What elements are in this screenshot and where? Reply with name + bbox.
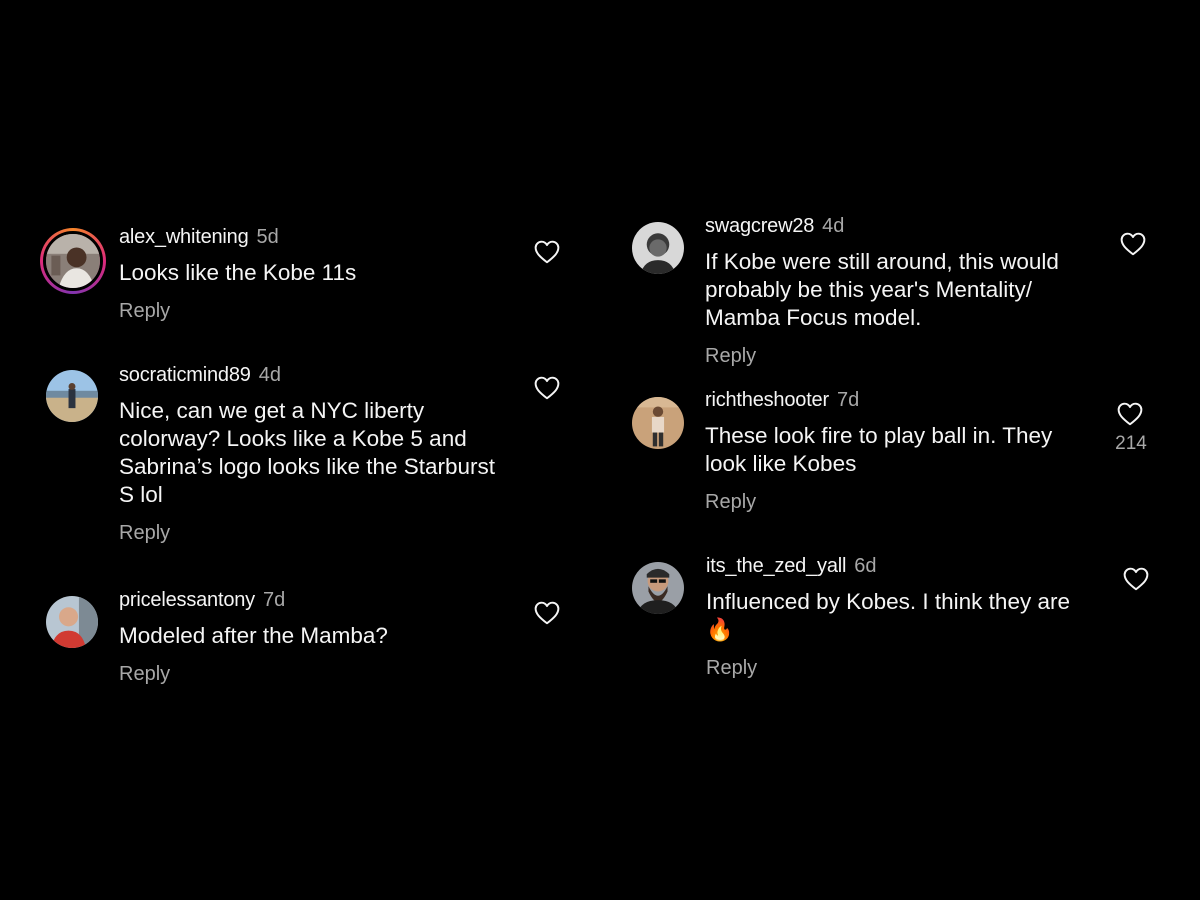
timestamp: 5d (256, 226, 279, 248)
user-avatar-icon (46, 596, 98, 648)
heart-icon (534, 376, 560, 400)
comment-text-line: Looks like the Kobe 11s (119, 260, 357, 285)
user-avatar-icon (632, 397, 684, 449)
comment-text-line: Nice, can we get a NYC liberty (119, 398, 425, 423)
reply-button[interactable]: Reply (705, 490, 1145, 514)
like-button[interactable] (534, 376, 560, 400)
heart-icon (534, 601, 560, 625)
comment-text-line: look like Kobes (705, 451, 857, 476)
reply-button[interactable]: Reply (705, 344, 1145, 368)
comment-text-line: Modeled after the Mamba? (119, 623, 388, 648)
like-button[interactable] (1120, 232, 1146, 256)
user-avatar-icon (46, 370, 98, 422)
reply-button[interactable]: Reply (706, 656, 1146, 680)
comment-text-line: colorway? Looks like a Kobe 5 and (119, 426, 467, 451)
comment-text: If Kobe were still around, this would pr… (705, 248, 1145, 332)
comment-text-line: Sabrina’s logo looks like the Starburst (119, 454, 496, 479)
comment-text: These look fire to play ball in. They lo… (705, 422, 1145, 478)
comment-text: Nice, can we get a NYC liberty colorway?… (119, 397, 559, 509)
like-button[interactable] (534, 601, 560, 625)
user-avatar-icon (632, 222, 684, 274)
comment-text-line: probably be this year's Mentality/ (705, 277, 1032, 302)
comment-text: Modeled after the Mamba? (119, 622, 549, 650)
comment-text-line: Influenced by Kobes. I think they are (706, 589, 1070, 614)
username[interactable]: socraticmind89 (119, 364, 251, 386)
comment-text: Influenced by Kobes. I think they are 🔥 (706, 588, 1146, 644)
avatar[interactable] (632, 562, 684, 614)
comment-text-line: If Kobe were still around, this would (705, 249, 1059, 274)
timestamp: 7d (836, 389, 860, 411)
comment-text: Looks like the Kobe 11s (119, 259, 549, 287)
username[interactable]: richtheshooter (705, 389, 829, 411)
reply-button[interactable]: Reply (119, 662, 549, 686)
fire-emoji: 🔥 (706, 617, 734, 642)
heart-icon (1123, 567, 1149, 591)
timestamp: 4d (822, 215, 845, 237)
timestamp: 7d (262, 589, 286, 611)
user-avatar-icon (632, 562, 684, 614)
username[interactable]: pricelessantony (119, 589, 255, 611)
like-button[interactable] (534, 240, 560, 264)
heart-icon (1120, 232, 1146, 256)
comment-text-line: S lol (119, 482, 163, 507)
user-avatar-icon (46, 234, 100, 288)
username[interactable]: swagcrew28 (705, 215, 814, 237)
like-button[interactable] (1117, 402, 1143, 426)
like-button[interactable] (1123, 567, 1149, 591)
reply-button[interactable]: Reply (119, 521, 559, 545)
reply-button[interactable]: Reply (119, 299, 549, 323)
avatar[interactable] (46, 596, 98, 648)
timestamp: 4d (258, 364, 281, 386)
timestamp: 6d (854, 555, 877, 577)
comment-text-line: Mamba Focus model. (705, 305, 922, 330)
heart-icon (1117, 402, 1143, 426)
username[interactable]: alex_whitening (119, 226, 249, 248)
avatar[interactable] (632, 222, 684, 274)
username[interactable]: its_the_zed_yall (706, 555, 846, 577)
avatar[interactable] (632, 397, 684, 449)
like-count: 214 (1115, 433, 1147, 454)
comment-text-line: These look fire to play ball in. They (705, 423, 1053, 448)
avatar[interactable] (46, 370, 98, 422)
avatar[interactable] (40, 228, 106, 294)
heart-icon (534, 240, 560, 264)
